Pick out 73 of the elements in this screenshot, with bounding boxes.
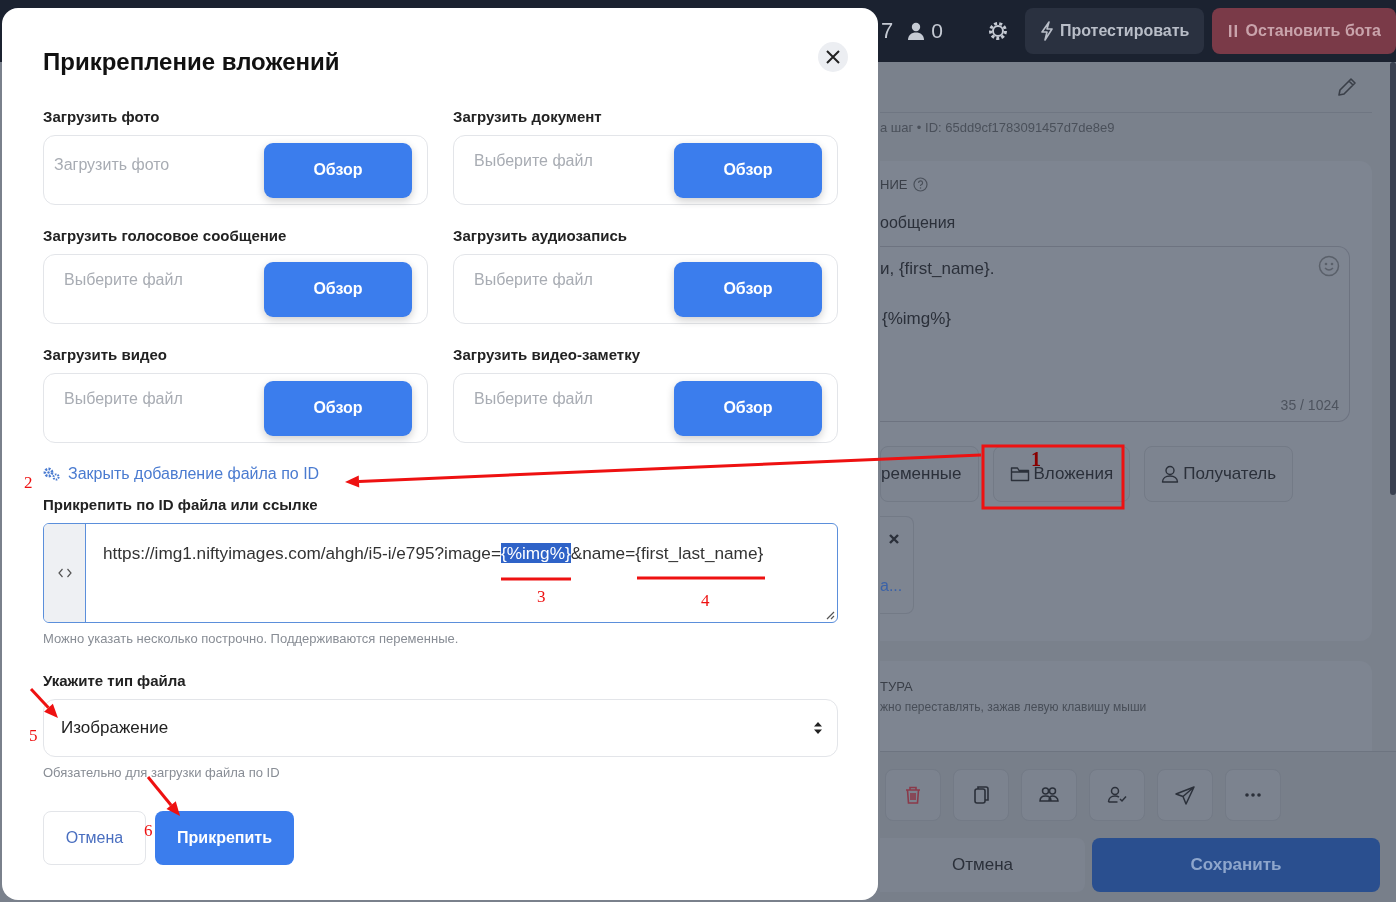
save-button[interactable]: Сохранить (1092, 838, 1380, 892)
test-button[interactable]: Протестировать (1024, 8, 1205, 54)
emoji-icon[interactable] (1318, 255, 1340, 277)
field-label: ообщения (880, 214, 957, 232)
annotation-number: 2 (24, 474, 33, 491)
counter-text: 7 (881, 18, 894, 44)
annotation-number: 4 (701, 592, 710, 609)
cancel-button[interactable]: Отмена (880, 838, 1085, 892)
tab-button[interactable]: Получатель (1144, 446, 1294, 502)
section-title: ТУРА (880, 679, 914, 694)
browse-button[interactable]: Обзор (264, 142, 412, 198)
field-hint: Можно указать несколько построчно. Поддерживаются переменные. (43, 631, 460, 646)
close-icon (825, 49, 841, 65)
message-line: {%img%} (881, 309, 952, 330)
attach-button[interactable]: Прикрепить (155, 811, 294, 865)
field-label: Загрузить видео (43, 346, 168, 363)
field-label: Загрузить аудиозапись (453, 227, 628, 244)
field-label: Прикрепить по ID файла или ссылке (43, 496, 319, 513)
help-icon (913, 177, 929, 192)
user-count: 0 (931, 19, 943, 43)
select-field[interactable]: Изображение (43, 699, 838, 757)
message-line: и, {first_name}. (880, 259, 996, 280)
settings-icon[interactable] (986, 20, 1009, 42)
gears-icon (43, 467, 60, 481)
browse-button[interactable]: Обзор (264, 261, 412, 317)
annotation-number: 1 (1031, 449, 1041, 469)
action-button[interactable] (953, 769, 1009, 821)
file-field[interactable]: Загрузить фото Обзор (43, 135, 428, 205)
scrollbar[interactable] (1390, 62, 1396, 495)
user-icon (1161, 465, 1180, 483)
close-button[interactable] (818, 42, 848, 72)
lightning-icon (1039, 21, 1054, 41)
stop-button[interactable]: Остановить бота (1212, 8, 1396, 54)
field-hint: Обязательно для загрузки файла по ID (43, 765, 281, 780)
field-label: Загрузить документ (453, 108, 603, 125)
annotation-number: 3 (537, 588, 546, 605)
action-button[interactable] (885, 769, 941, 821)
pause-icon (1227, 24, 1238, 38)
file-field[interactable]: Выберите файл Обзор (453, 135, 838, 205)
tab-button[interactable]: ременные (880, 446, 979, 502)
action-button[interactable] (1021, 769, 1077, 821)
browse-button[interactable]: Обзор (674, 142, 822, 198)
remove-icon[interactable] (888, 533, 900, 545)
file-field[interactable]: Выберите файл Обзор (43, 254, 428, 324)
file-field[interactable]: Выберите файл Обзор (43, 373, 428, 443)
section-title: НИЕ (880, 177, 908, 192)
browse-button[interactable]: Обзор (674, 380, 822, 436)
field-label: Укажите тип файла (43, 672, 187, 689)
user-icon (907, 22, 926, 40)
field-label: Загрузить голосовое сообщение (43, 227, 288, 244)
field-label: Загрузить фото (43, 108, 161, 125)
underline-mark (501, 577, 571, 581)
file-field[interactable]: Выберите файл Обзор (453, 254, 838, 324)
code-icon (57, 568, 72, 578)
annotation-number: 5 (29, 727, 38, 744)
action-button[interactable] (1157, 769, 1213, 821)
send-icon (1174, 784, 1196, 806)
modal-title: Прикрепление вложений (43, 48, 340, 76)
annotation-arrow (29, 687, 58, 718)
more-icon (1245, 793, 1261, 797)
resize-handle-icon[interactable] (825, 610, 835, 620)
user-check-icon (1106, 784, 1128, 806)
pencil-icon[interactable] (1336, 76, 1358, 98)
section-hint: жно переставлять, зажав левую клавишу мыши (880, 700, 1148, 714)
annotation-number: 6 (144, 822, 153, 839)
browse-button[interactable]: Обзор (674, 261, 822, 317)
file-field[interactable]: Выберите файл Обзор (453, 373, 838, 443)
toggle-link[interactable]: Закрыть добавление файла по ID (43, 465, 838, 483)
action-button[interactable] (1089, 769, 1145, 821)
field-label: Загрузить видео-заметку (453, 346, 641, 363)
sort-arrows-icon (813, 721, 823, 735)
browse-button[interactable]: Обзор (264, 380, 412, 436)
folder-icon (1009, 465, 1030, 483)
